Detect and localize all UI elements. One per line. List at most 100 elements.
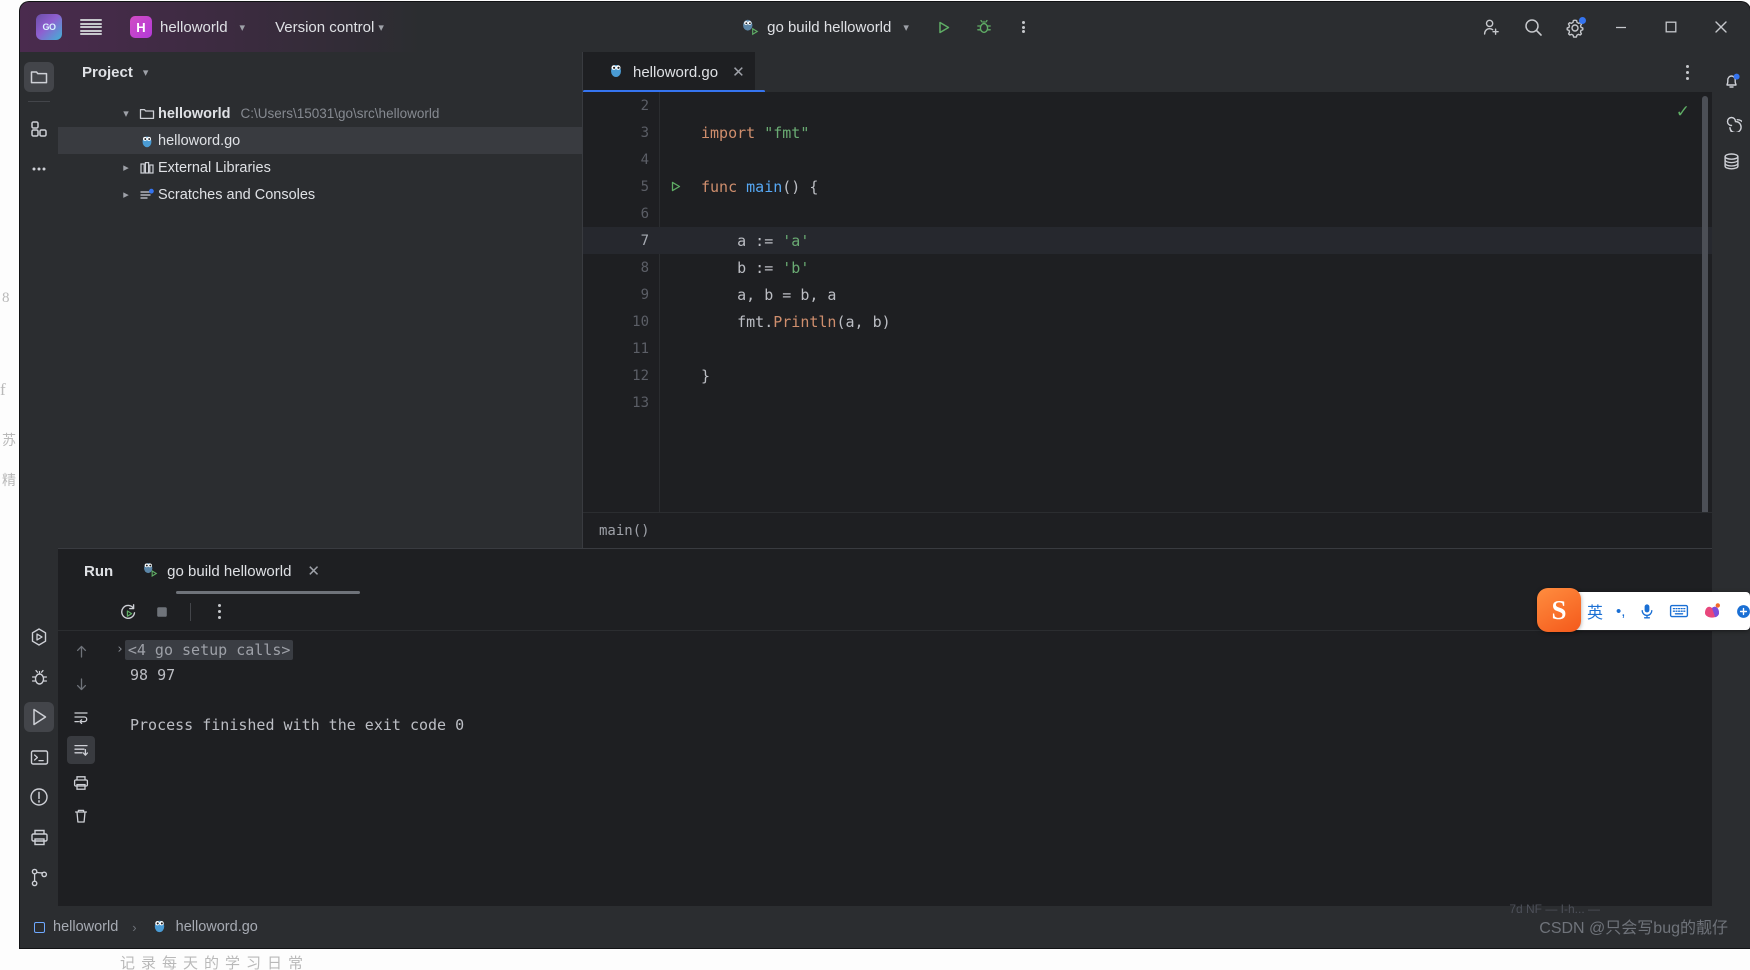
sidebar-item-ai-assistant[interactable] bbox=[1716, 106, 1746, 136]
sogou-logo-icon[interactable]: S bbox=[1537, 588, 1581, 632]
sidebar-item-problems[interactable] bbox=[24, 782, 54, 812]
skin-icon[interactable] bbox=[1702, 602, 1722, 620]
run-button[interactable] bbox=[929, 12, 959, 42]
stop-button[interactable] bbox=[148, 598, 176, 626]
editor-tab-helloword-go[interactable]: helloword.go ✕ bbox=[583, 52, 755, 92]
sidebar-item-database[interactable] bbox=[1716, 146, 1746, 176]
version-control-selector[interactable]: Version control ▾ bbox=[267, 15, 392, 40]
line-number: 8 bbox=[640, 259, 649, 276]
maximize-button[interactable] bbox=[1648, 2, 1694, 52]
project-panel: Project ▾ ▾ helloworld C:\Users\15031\go… bbox=[58, 52, 583, 548]
breadcrumb[interactable]: main() bbox=[583, 512, 1712, 548]
sidebar-item-more-tools[interactable] bbox=[24, 154, 54, 184]
code-line: 5 func main() { bbox=[583, 173, 1712, 200]
titlebar-left-group: GO H helloworld ▾ Version control ▾ bbox=[20, 2, 392, 52]
expand-fold-icon[interactable]: › bbox=[116, 642, 124, 657]
sidebar-item-services[interactable] bbox=[24, 622, 54, 652]
close-icon[interactable]: ✕ bbox=[732, 63, 745, 81]
soft-wrap-button[interactable] bbox=[67, 703, 95, 731]
go-file-icon bbox=[136, 133, 158, 149]
line-number: 11 bbox=[632, 340, 649, 357]
close-button[interactable] bbox=[1698, 2, 1744, 52]
editor-scrollbar-thumb[interactable] bbox=[1702, 96, 1708, 512]
sidebar-item-print[interactable] bbox=[24, 822, 54, 852]
code-line: 12 } bbox=[583, 362, 1712, 389]
clear-all-button[interactable] bbox=[67, 802, 95, 830]
tree-item-scratches-and-consoles[interactable]: ▸ Scratches and Consoles bbox=[58, 181, 582, 208]
run-configuration-selector[interactable]: go build helloworld ▾ bbox=[731, 14, 919, 40]
minimize-button[interactable] bbox=[1598, 2, 1644, 52]
sidebar-item-debug[interactable] bbox=[24, 662, 54, 692]
editor-options-button[interactable] bbox=[1676, 61, 1698, 83]
sidebar-item-version-control[interactable] bbox=[24, 862, 54, 892]
project-name-label: helloworld bbox=[160, 18, 228, 36]
scroll-down-button[interactable] bbox=[67, 670, 95, 698]
search-button[interactable] bbox=[1514, 8, 1552, 46]
run-more-actions-button[interactable] bbox=[205, 598, 233, 626]
editor-area: helloword.go ✕ ✓ 2 3 import "fmt" 4 5 fu… bbox=[583, 52, 1712, 548]
run-configuration-label: go build helloworld bbox=[767, 18, 892, 36]
chevron-right-icon[interactable]: ▸ bbox=[116, 161, 136, 174]
sidebar-item-project[interactable] bbox=[24, 62, 54, 92]
scroll-to-end-button[interactable] bbox=[67, 736, 95, 764]
bg-artifact: f bbox=[0, 380, 6, 399]
sidebar-item-notifications[interactable] bbox=[1716, 66, 1746, 96]
debug-icon bbox=[31, 669, 47, 685]
chevron-right-icon[interactable]: ▸ bbox=[116, 188, 136, 201]
status-file-item[interactable]: helloword.go bbox=[151, 917, 258, 938]
hamburger-menu-icon[interactable] bbox=[80, 19, 102, 35]
punctuation-icon[interactable]: •, bbox=[1616, 603, 1625, 620]
console-fold-label[interactable]: <4 go setup calls> bbox=[124, 639, 294, 660]
line-number: 10 bbox=[632, 313, 649, 330]
more-vertical-icon bbox=[217, 603, 221, 621]
code-line: 9 a, b = b, a bbox=[583, 281, 1712, 308]
line-number: 7 bbox=[640, 232, 649, 249]
project-tree: ▾ helloworld C:\Users\15031\go\src\hello… bbox=[58, 92, 582, 208]
rerun-button[interactable] bbox=[114, 598, 142, 626]
chevron-down-icon[interactable]: ▾ bbox=[116, 107, 136, 120]
scroll-down-icon bbox=[76, 677, 86, 690]
console-fold-line[interactable]: › <4 go setup calls> bbox=[104, 637, 1712, 662]
chevron-down-icon[interactable]: ▾ bbox=[143, 66, 149, 79]
debug-button[interactable] bbox=[969, 12, 999, 42]
clear-all-icon bbox=[74, 809, 88, 823]
status-project-item[interactable]: helloworld bbox=[34, 919, 118, 935]
scratches-icon bbox=[136, 187, 158, 203]
run-panel-title: Run bbox=[84, 562, 114, 580]
code-line-current: 7 a := 'a' bbox=[583, 227, 1712, 254]
microphone-icon[interactable] bbox=[1638, 602, 1656, 620]
sidebar-item-terminal[interactable] bbox=[24, 742, 54, 772]
add-user-button[interactable] bbox=[1472, 8, 1510, 46]
ime-mode-label[interactable]: 英 bbox=[1587, 599, 1603, 623]
close-icon[interactable]: ✕ bbox=[307, 562, 320, 580]
sidebar-item-run[interactable] bbox=[24, 702, 54, 732]
tree-item-helloworld[interactable]: ▾ helloworld C:\Users\15031\go\src\hello… bbox=[58, 100, 582, 127]
project-selector[interactable]: H helloworld ▾ bbox=[122, 12, 253, 42]
right-tool-rail bbox=[1712, 52, 1750, 906]
toolbar-divider bbox=[190, 602, 191, 621]
goland-logo-icon[interactable]: GO bbox=[36, 14, 62, 40]
tree-item-external-libraries[interactable]: ▸ External Libraries bbox=[58, 154, 582, 181]
ime-menu-icon[interactable] bbox=[1735, 603, 1750, 620]
version-control-icon bbox=[31, 868, 47, 886]
run-tab-go-build-helloworld[interactable]: go build helloworld ✕ bbox=[141, 549, 320, 593]
more-actions-button[interactable] bbox=[1009, 12, 1039, 42]
print-button[interactable] bbox=[67, 769, 95, 797]
sidebar-item-structure[interactable] bbox=[24, 114, 54, 144]
minimize-icon bbox=[1616, 26, 1626, 29]
settings-button[interactable] bbox=[1556, 8, 1594, 46]
ime-toolbar[interactable]: S 英 •, bbox=[1537, 588, 1750, 632]
line-number: 13 bbox=[632, 394, 649, 411]
editor-scrollbar[interactable] bbox=[1702, 96, 1708, 512]
code-editor[interactable]: ✓ 2 3 import "fmt" 4 5 func main() {6 7… bbox=[583, 92, 1712, 512]
project-panel-header[interactable]: Project ▾ bbox=[58, 52, 582, 92]
run-console-output[interactable]: › <4 go setup calls> 98 97 Process finish… bbox=[104, 631, 1712, 906]
tree-item-helloword-go[interactable]: helloword.go bbox=[58, 127, 582, 154]
settings-badge-dot bbox=[1579, 17, 1586, 24]
gutter-run-marker[interactable] bbox=[663, 180, 687, 193]
scroll-up-button[interactable] bbox=[67, 637, 95, 665]
notifications-bell-icon bbox=[1725, 73, 1740, 88]
problems-icon bbox=[30, 788, 48, 806]
keyboard-icon[interactable] bbox=[1669, 602, 1689, 620]
